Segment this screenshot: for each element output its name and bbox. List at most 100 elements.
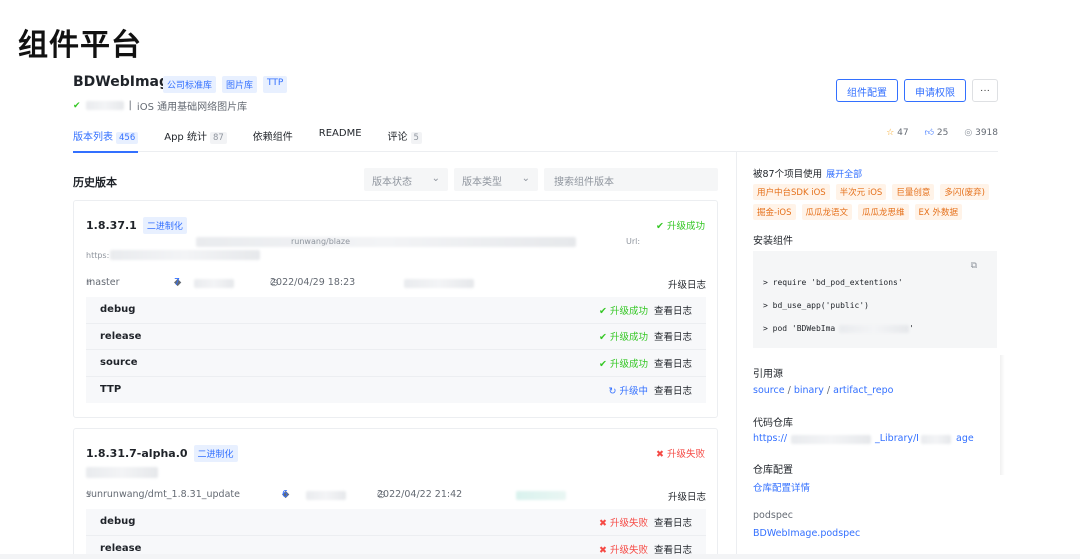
project-tag[interactable]: 巨量创意: [892, 184, 935, 200]
code-line: > pod 'BDWebIma ': [763, 317, 987, 340]
sub-status: ✔ 升级成功: [599, 303, 648, 317]
stats-bar: ☆ 47 👍︎ 25 ◎ 3918: [886, 128, 998, 138]
project-tag[interactable]: 多闪(废弃): [940, 184, 989, 200]
tab-bar: 版本列表 456 App 统计 87 依赖组件 README 评论 5 ☆ 47 👍︎…: [73, 128, 998, 153]
tab-dependencies[interactable]: 依赖组件: [253, 128, 293, 152]
table-row: release ✔ 升级成功 查看日志: [86, 324, 706, 350]
sub-name: source: [100, 357, 138, 369]
star-icon: ☆: [886, 128, 895, 138]
branch-name: sunrunwang/dmt_1.8.31_update: [86, 489, 240, 500]
status-text: 升级成功: [609, 305, 648, 317]
sub-status: ✔ 升级成功: [599, 329, 648, 343]
tab-count: 456: [116, 132, 139, 144]
more-button[interactable]: ···: [972, 79, 998, 102]
sub-name: debug: [100, 304, 136, 316]
url-fragment: runwang/blaze: [291, 237, 351, 246]
loading-icon: ↻: [608, 385, 617, 397]
project-tag[interactable]: EX 外数据: [914, 204, 962, 220]
ref-link-artifact[interactable]: artifact_repo: [833, 385, 893, 396]
project-tag[interactable]: 瓜瓜龙语文: [801, 204, 853, 220]
tab-label: README: [318, 128, 362, 139]
view-log-link[interactable]: 查看日志: [654, 303, 692, 317]
tab-label: 依赖组件: [252, 132, 293, 143]
ref-link-binary[interactable]: binary: [794, 385, 824, 396]
code-text: ': [909, 324, 915, 333]
upgrade-log-link[interactable]: 升级日志: [668, 277, 706, 291]
tab-comments[interactable]: 评论 5: [388, 128, 422, 152]
page-title: 组件平台: [18, 28, 142, 63]
upgrade-log-link[interactable]: 升级日志: [668, 489, 706, 503]
commit-redacted: [194, 279, 234, 288]
eye-icon: ◎: [964, 128, 973, 138]
status-text: 升级成功: [666, 221, 705, 232]
component-tag[interactable]: TTP: [263, 76, 288, 93]
project-tag[interactable]: 用户中台SDK iOS: [753, 184, 830, 200]
ref-link-source[interactable]: source: [753, 385, 785, 396]
url-redacted: [86, 467, 158, 478]
expand-all-link[interactable]: 展开全部: [826, 170, 862, 180]
project-tag[interactable]: 掘金-iOS: [753, 204, 796, 220]
separator: |: [128, 100, 132, 111]
component-tag[interactable]: 图片库: [222, 76, 258, 93]
version-header: 1.8.31.7-alpha.0 二进制化: [86, 445, 238, 462]
view-stat: ◎ 3918: [964, 128, 998, 138]
scroll-shadow: [1000, 355, 1005, 475]
check-circle-icon: ✔: [598, 305, 607, 317]
sub-name: TTP: [100, 384, 122, 396]
sub-status: ✔ 升级成功: [599, 356, 648, 370]
thumb-up-icon: 👍︎: [924, 128, 935, 138]
repo-config-link[interactable]: 仓库配置详情: [753, 480, 810, 494]
select-value: 版本状态: [372, 177, 412, 188]
view-log-link[interactable]: 查看日志: [654, 329, 692, 343]
component-tag[interactable]: 公司标准库: [163, 76, 217, 93]
apply-permission-button[interactable]: 申请权限: [904, 79, 966, 102]
project-tag[interactable]: 半次元 iOS: [835, 184, 887, 200]
install-title: 安装组件: [753, 236, 793, 247]
status-text: 升级中: [619, 385, 648, 397]
code-text: > pod 'BDWebIma: [763, 324, 836, 333]
tab-app-stats[interactable]: App 统计 87: [164, 128, 227, 152]
project-tag[interactable]: 瓜瓜龙思维: [858, 204, 909, 220]
tab-count: 5: [410, 132, 422, 144]
view-log-link[interactable]: 查看日志: [654, 356, 692, 370]
repo-redacted: [791, 435, 871, 444]
table-row: debug ✔ 升级成功 查看日志: [86, 297, 706, 324]
select-value: 版本类型: [462, 177, 502, 188]
project-tags: 用户中台SDK iOS 半次元 iOS 巨量创意 多闪(废弃) 掘金-iOS 瓜…: [753, 184, 998, 220]
copy-icon[interactable]: ⧉: [971, 261, 977, 271]
like-count: 25: [936, 128, 949, 138]
history-title: 历史版本: [73, 176, 117, 189]
date-text: 2022/04/22 21:42: [377, 489, 463, 500]
tab-readme[interactable]: README: [319, 128, 362, 152]
used-by-text: 被87个项目使用: [753, 169, 823, 180]
version-status-select[interactable]: 版本状态 ⌄: [364, 168, 448, 191]
version-header: 1.8.37.1 二进制化: [86, 217, 187, 234]
star-stat[interactable]: ☆ 47: [886, 128, 908, 138]
version-redacted: [85, 101, 124, 110]
tab-label: 评论: [387, 132, 408, 143]
chevron-down-icon: ⌄: [431, 173, 440, 184]
repo-title: 代码仓库: [753, 418, 793, 429]
version-type-select[interactable]: 版本类型 ⌄: [454, 168, 538, 191]
version-number[interactable]: 1.8.31.7-alpha.0: [86, 447, 188, 460]
view-log-link[interactable]: 查看日志: [654, 515, 692, 529]
check-circle-icon: ✔: [598, 358, 607, 370]
sub-status: ✖ 升级失败: [599, 515, 648, 529]
podspec-title: podspec: [753, 510, 793, 521]
tab-label: 版本列表: [73, 132, 113, 143]
history-panel: 历史版本 版本状态 ⌄ 版本类型 ⌄ 搜索组件版本 1.8.37.1 二进制化 …: [73, 160, 718, 559]
component-config-button[interactable]: 组件配置: [836, 79, 898, 102]
tab-version-list[interactable]: 版本列表 456: [73, 128, 139, 153]
version-search-input[interactable]: 搜索组件版本: [544, 168, 718, 191]
version-number[interactable]: 1.8.37.1: [86, 219, 137, 232]
view-log-link[interactable]: 查看日志: [654, 383, 692, 397]
podspec-link[interactable]: BDWebImage.podspec: [753, 528, 860, 539]
table-row: debug ✖ 升级失败 查看日志: [86, 509, 706, 536]
repo-link-part: https://: [753, 433, 788, 444]
like-stat[interactable]: 👍︎ 25: [925, 128, 949, 138]
sub-name: debug: [100, 516, 136, 528]
ref-source-links: source / binary / artifact_repo: [753, 385, 893, 396]
sub-version-table: debug ✖ 升级失败 查看日志 release ✖ 升级失败 查看日志: [86, 509, 706, 559]
separator: /: [826, 385, 831, 396]
code-line: > bd_use_app('public'): [763, 301, 869, 310]
